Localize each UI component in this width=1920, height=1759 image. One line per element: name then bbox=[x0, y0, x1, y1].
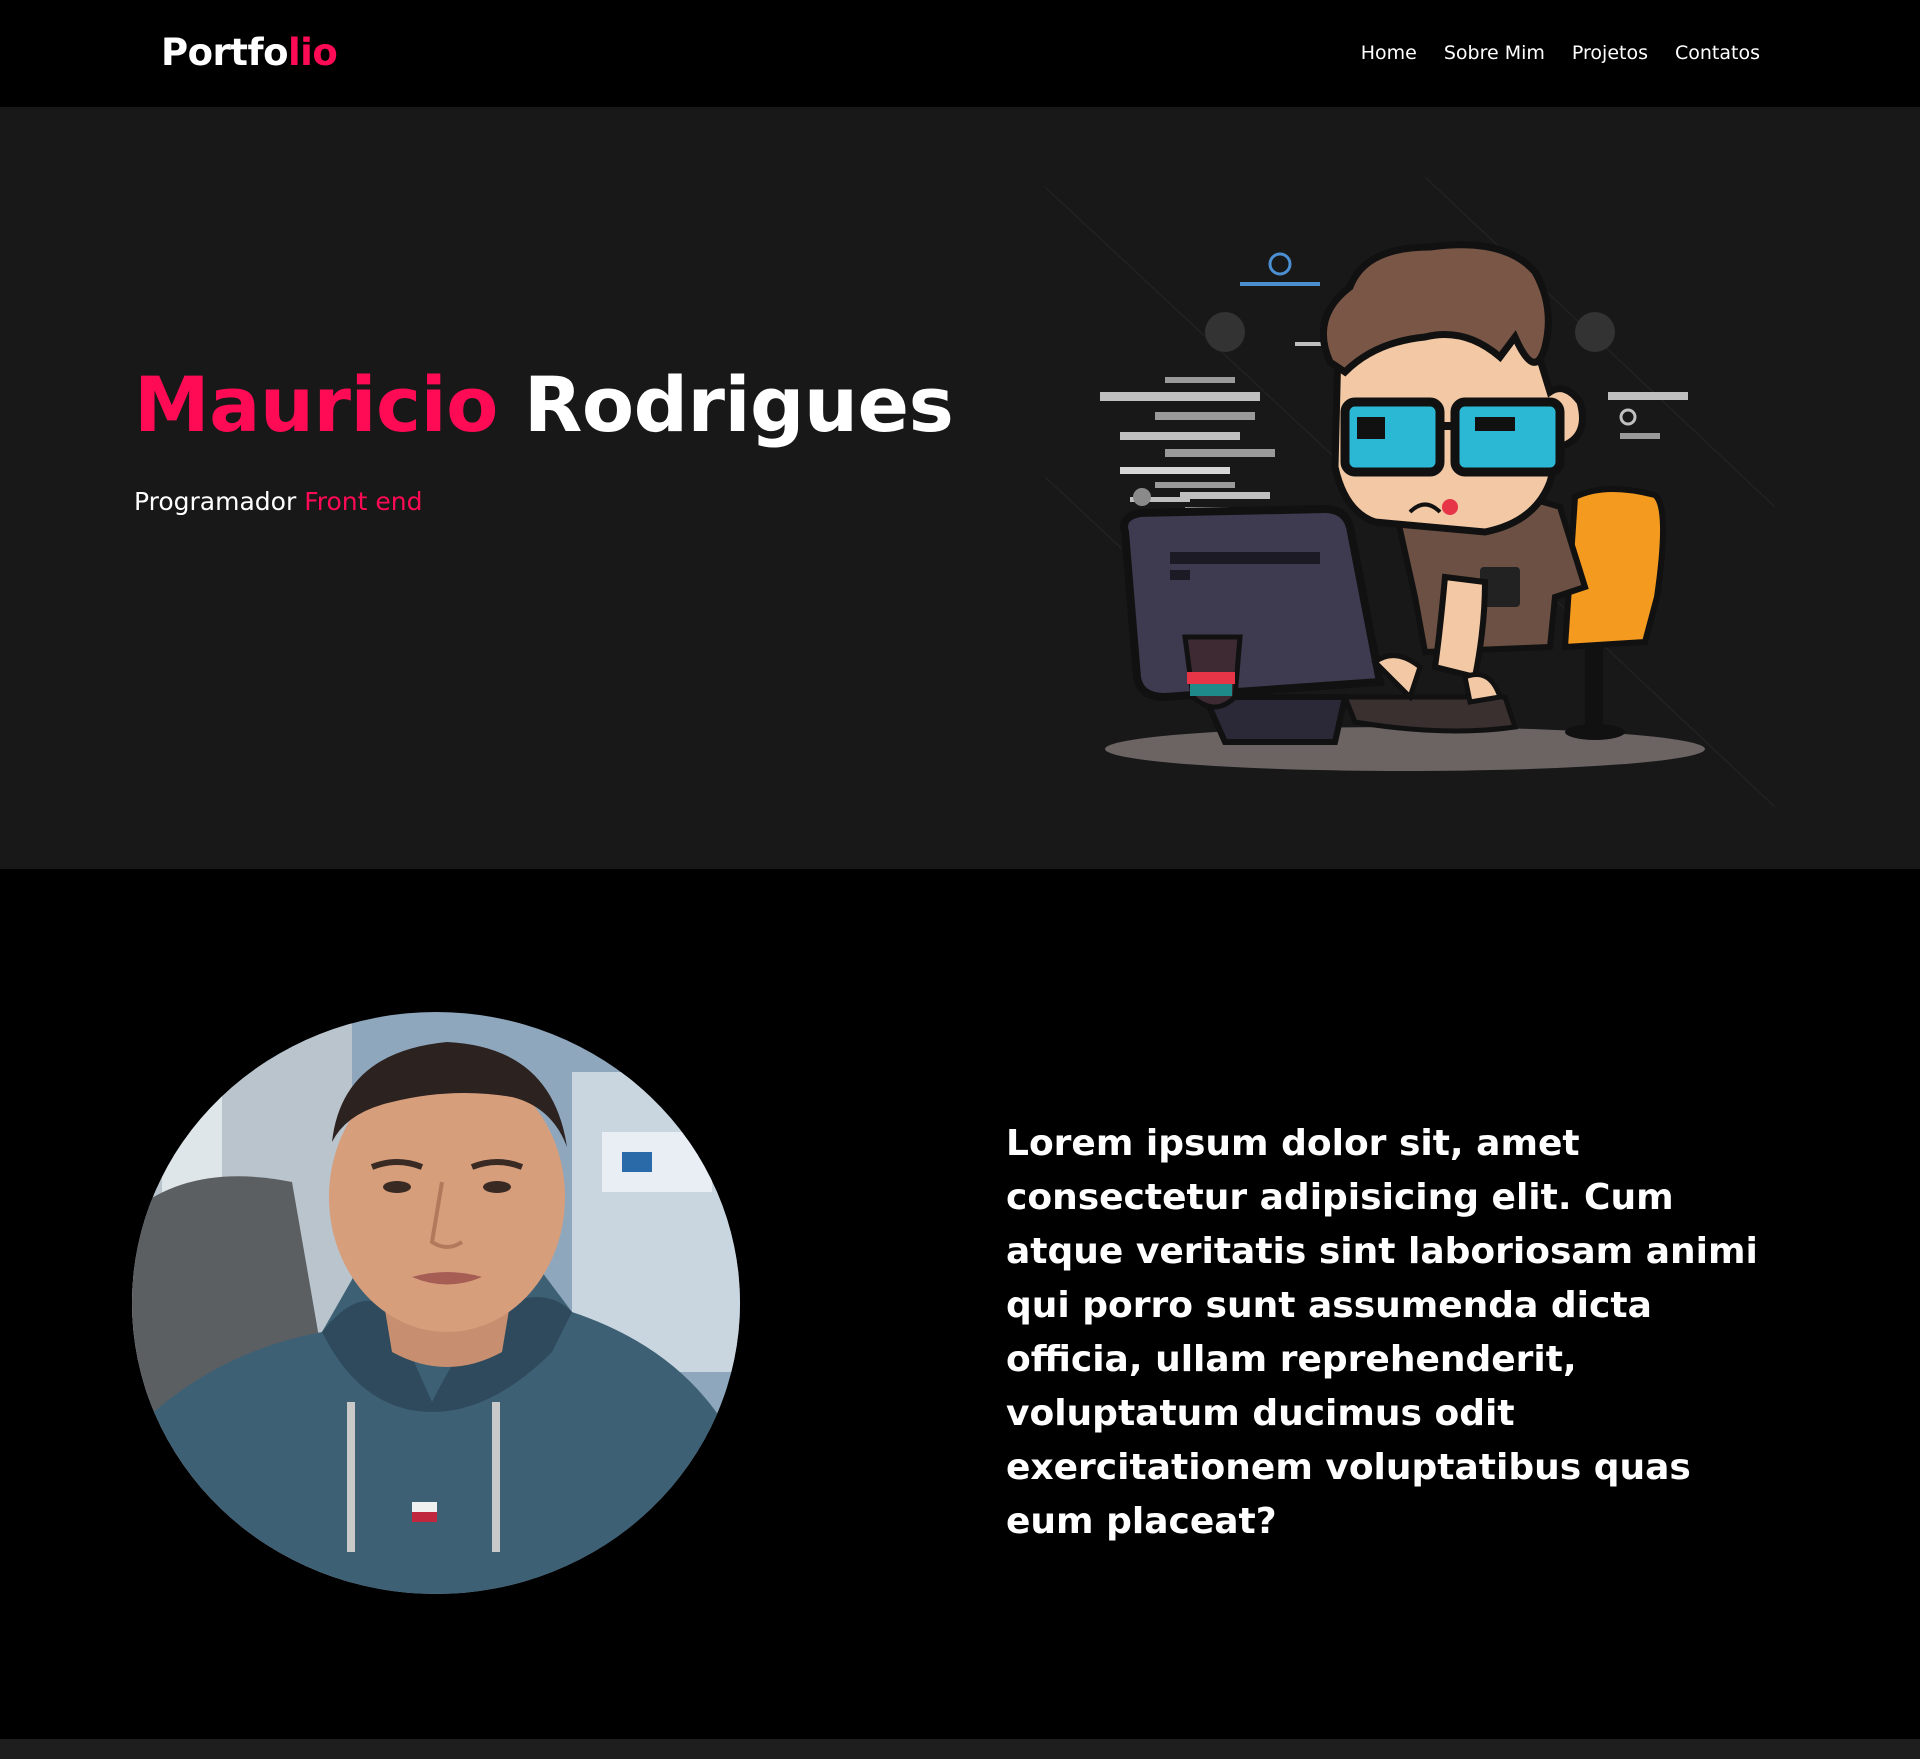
nav-link-home[interactable]: Home bbox=[1361, 40, 1417, 66]
logo-text-part2: lio bbox=[288, 31, 338, 74]
hero-last-name: Rodrigues bbox=[523, 360, 954, 449]
hero-first-name: Mauricio bbox=[134, 360, 498, 449]
hero-role-part2: Front end bbox=[304, 487, 423, 516]
hero-role-part1: Programador bbox=[134, 487, 297, 516]
profile-photo-image bbox=[132, 1012, 740, 1594]
main-nav: Home Sobre Mim Projetos Contatos bbox=[1361, 40, 1760, 66]
hero-section: Mauricio Rodrigues Programador Front end bbox=[0, 107, 1920, 869]
nav-link-contatos[interactable]: Contatos bbox=[1675, 40, 1760, 66]
profile-photo bbox=[132, 1012, 740, 1594]
nav-link-projetos[interactable]: Projetos bbox=[1572, 40, 1648, 66]
programmer-illustration bbox=[1045, 177, 1775, 808]
top-navbar: Portfolio Home Sobre Mim Projetos Contat… bbox=[0, 0, 1920, 107]
logo-text-part1: Portfo bbox=[161, 31, 289, 74]
hero-title: Mauricio Rodrigues bbox=[134, 357, 954, 453]
hero-subtitle: Programador Front end bbox=[134, 485, 422, 519]
about-section: Lorem ipsum dolor sit, amet consectetur … bbox=[0, 869, 1920, 1739]
about-description: Lorem ipsum dolor sit, amet consectetur … bbox=[1006, 1123, 1758, 1542]
nav-link-sobre-mim[interactable]: Sobre Mim bbox=[1444, 40, 1545, 66]
footer-strip bbox=[0, 1739, 1920, 1759]
site-logo[interactable]: Portfolio bbox=[161, 30, 338, 76]
